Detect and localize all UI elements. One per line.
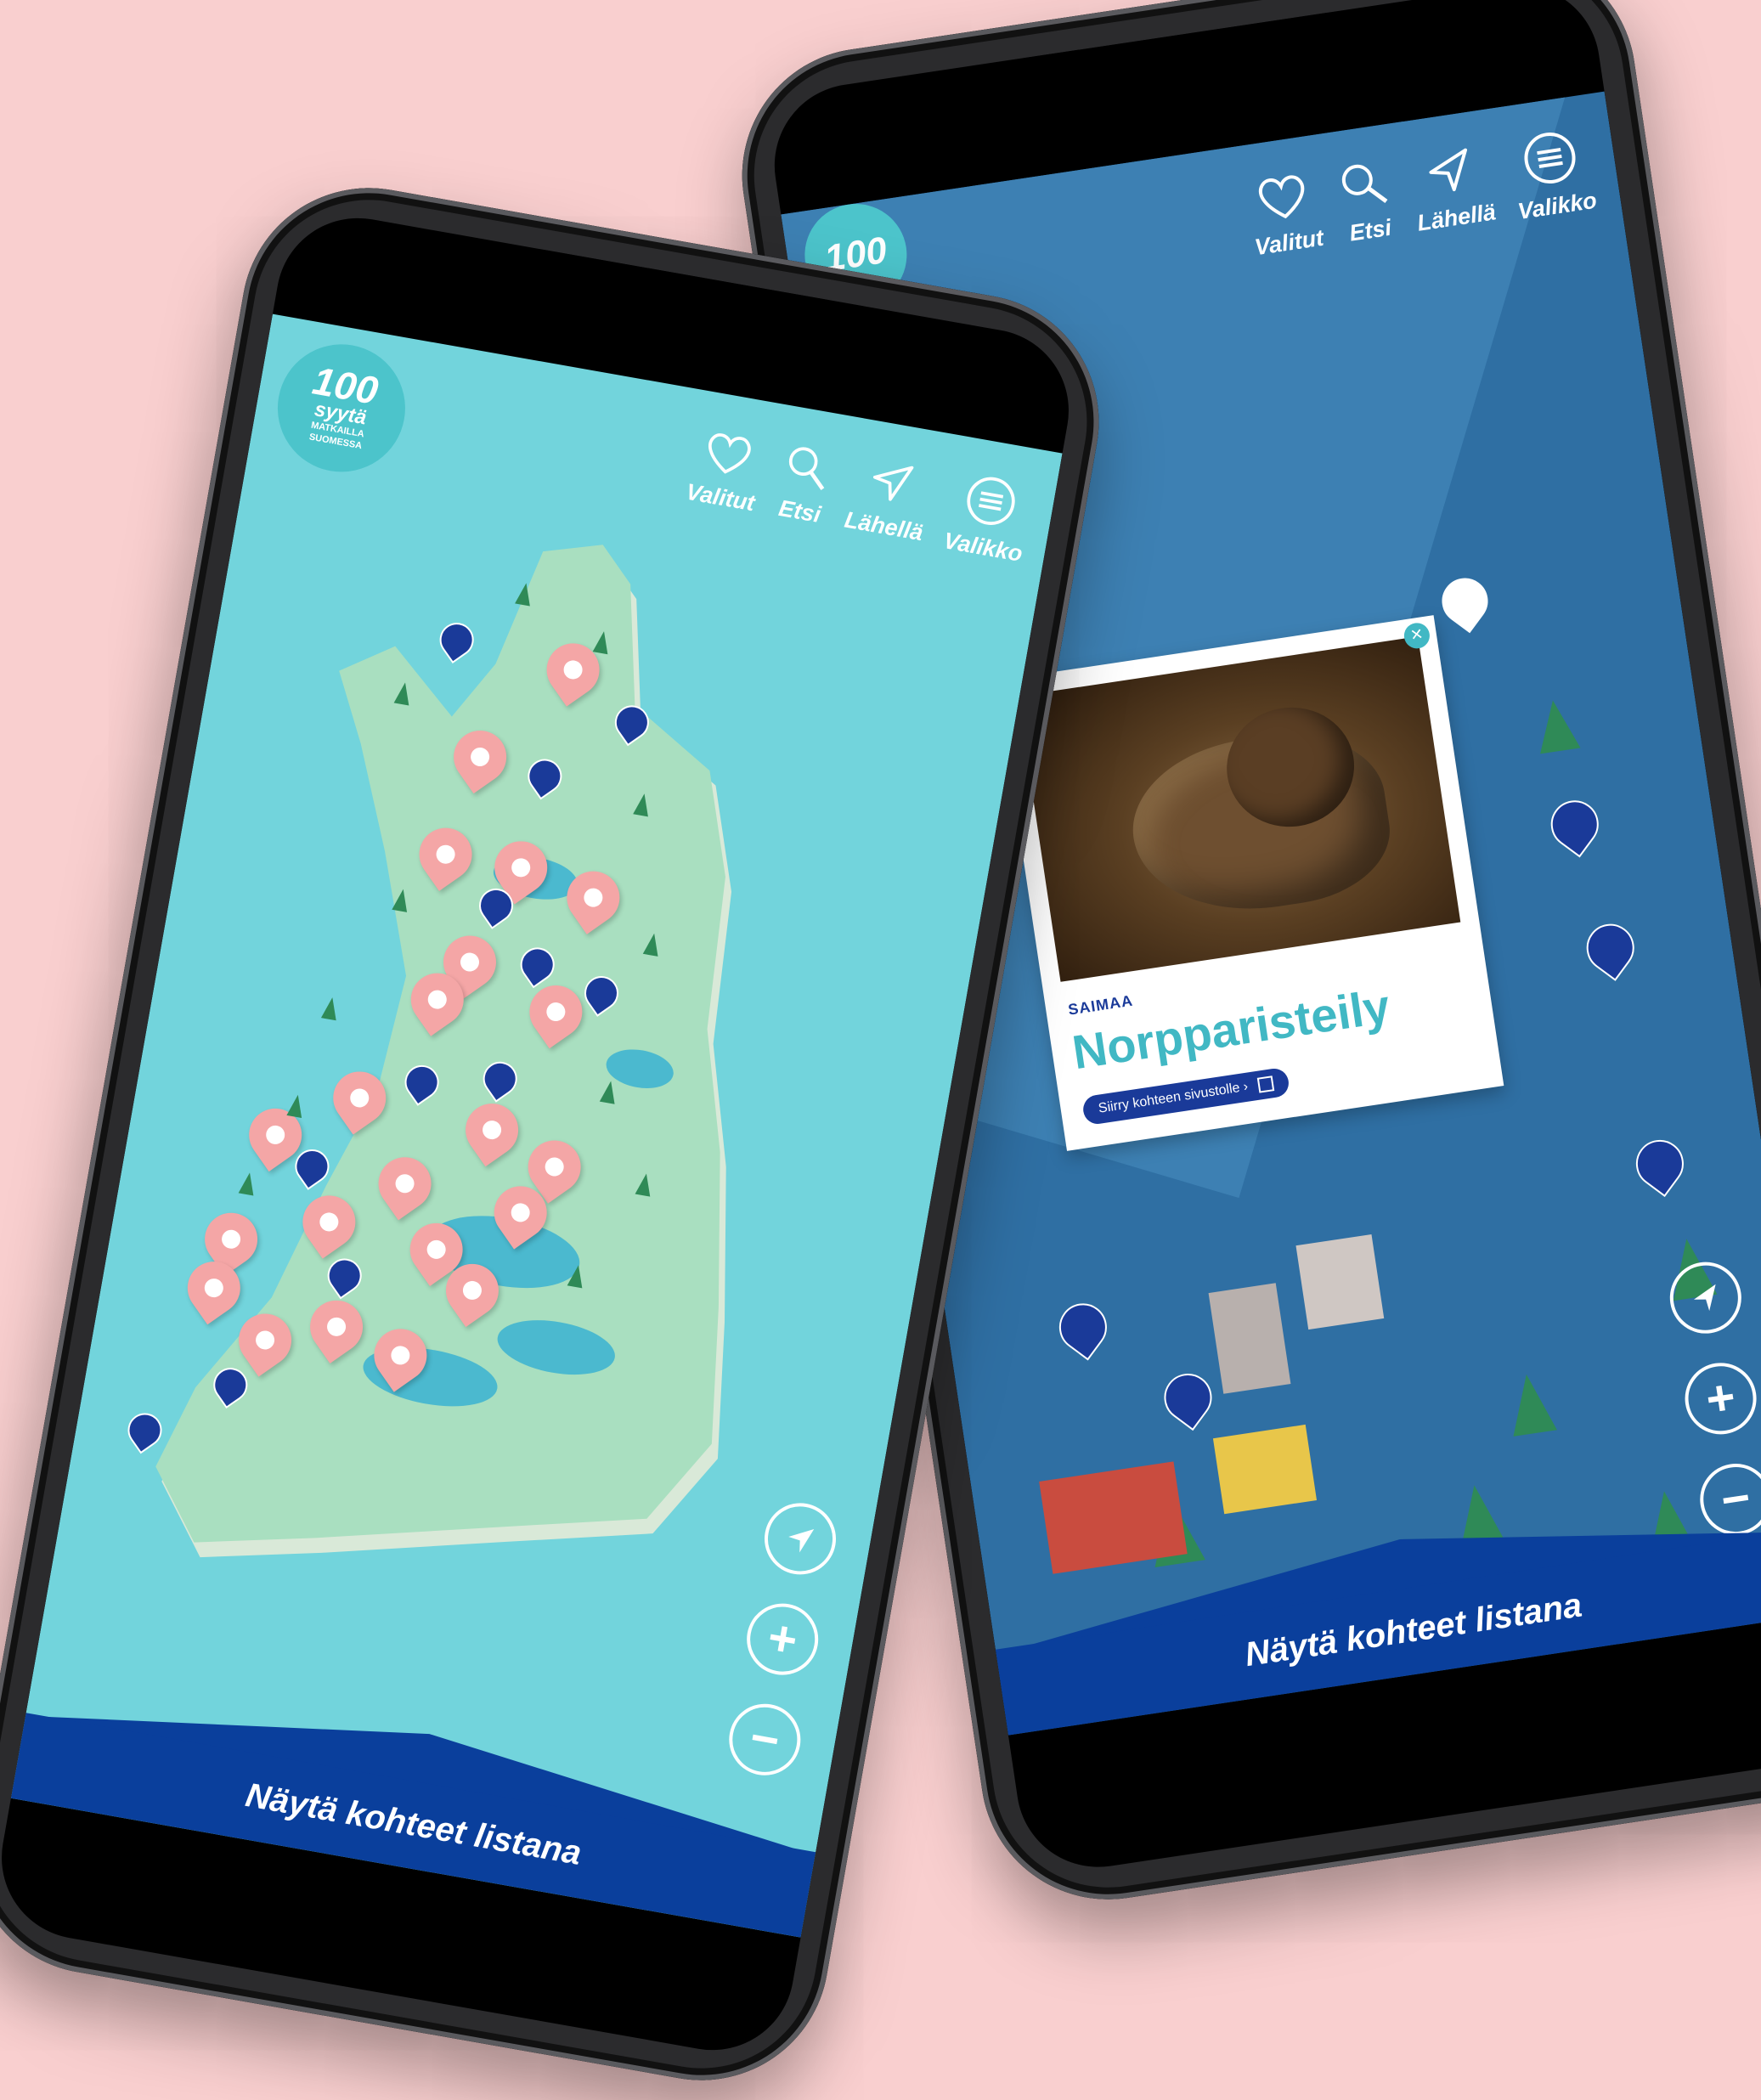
nav-search[interactable]: Etsi: [1335, 155, 1398, 251]
phone-left: 100 syytä MATKAILLA SUOMESSA Valitut Ets…: [0, 167, 1120, 2100]
heart-icon: [1258, 175, 1304, 219]
zoom-in-label: +: [1702, 1369, 1740, 1428]
zoom-in-label: +: [763, 1609, 802, 1669]
popup-photo[interactable]: [1018, 636, 1461, 982]
house-yellow: [1212, 1424, 1318, 1515]
house-grey: [1295, 1233, 1385, 1330]
locate-arrow-icon: [788, 1529, 815, 1553]
nav-nearby-label: Lähellä: [842, 506, 925, 546]
place-popup: × SAIMAA Norpparisteily Siirry kohteen s…: [996, 615, 1504, 1151]
nav-search-label: Etsi: [776, 494, 823, 528]
nav-search-label: Etsi: [1347, 214, 1393, 246]
map-pin-nature[interactable]: [1541, 791, 1608, 858]
finland-map: [155, 545, 732, 1558]
nav-nearby[interactable]: Lähellä: [842, 452, 934, 550]
house-grey: [1208, 1283, 1291, 1394]
tree: [1504, 1370, 1557, 1437]
house-red: [1039, 1461, 1188, 1574]
nav-menu-label: Valikko: [941, 528, 1024, 567]
navigation-arrow-icon: [1429, 148, 1467, 192]
speaker-notch: [1024, 13, 1341, 151]
phone-left-screen: 100 syytä MATKAILLA SUOMESSA Valitut Ets…: [0, 205, 1082, 2063]
heart-icon: [708, 433, 751, 474]
nav-favorites-label: Valitut: [684, 478, 757, 517]
nav-menu[interactable]: Valikko: [1507, 125, 1599, 225]
nav-search[interactable]: Etsi: [773, 439, 835, 532]
hamburger-menu-icon: [967, 477, 1015, 526]
map-pin-attraction[interactable]: [1154, 1363, 1222, 1431]
navigation-arrow-icon: [872, 466, 914, 501]
country-map-screen: 100 syytä MATKAILLA SUOMESSA Valitut Ets…: [10, 313, 1063, 1938]
map-pin-family[interactable]: [1626, 1130, 1694, 1198]
nav-favorites[interactable]: Valitut: [1245, 166, 1326, 264]
map-pin-lighthouse[interactable]: [1430, 566, 1500, 636]
zoom-in-button[interactable]: +: [1679, 1358, 1761, 1440]
locate-arrow-icon: [1693, 1284, 1716, 1312]
top-nav: Valitut Etsi Lähellä Valikko: [683, 424, 1035, 567]
app-logo[interactable]: 100 syytä MATKAILLA SUOMESSA: [268, 334, 415, 483]
nav-favorites[interactable]: Valitut: [683, 424, 766, 521]
zoom-out-label: −: [746, 1709, 784, 1770]
external-link-icon: [1257, 1075, 1275, 1093]
search-icon: [1342, 164, 1388, 203]
speaker-notch: [529, 250, 829, 384]
nav-menu-label: Valikko: [1515, 187, 1599, 225]
map-pin-accommodation[interactable]: [1577, 914, 1644, 981]
popup-link-button[interactable]: Siirry kohteen sivustolle ›: [1081, 1066, 1291, 1126]
hamburger-menu-icon: [1524, 132, 1576, 183]
popup-region: SAIMAA: [1067, 991, 1135, 1019]
nav-menu[interactable]: Valikko: [941, 469, 1035, 567]
search-icon: [789, 447, 825, 491]
map-pin-restaurant[interactable]: [1049, 1294, 1117, 1361]
close-icon: ×: [1408, 622, 1425, 647]
nav-nearby[interactable]: Lähellä: [1407, 140, 1499, 240]
tree: [1532, 697, 1581, 754]
popup-link-label: Siirry kohteen sivustolle ›: [1097, 1079, 1250, 1116]
nav-favorites-label: Valitut: [1252, 224, 1325, 261]
